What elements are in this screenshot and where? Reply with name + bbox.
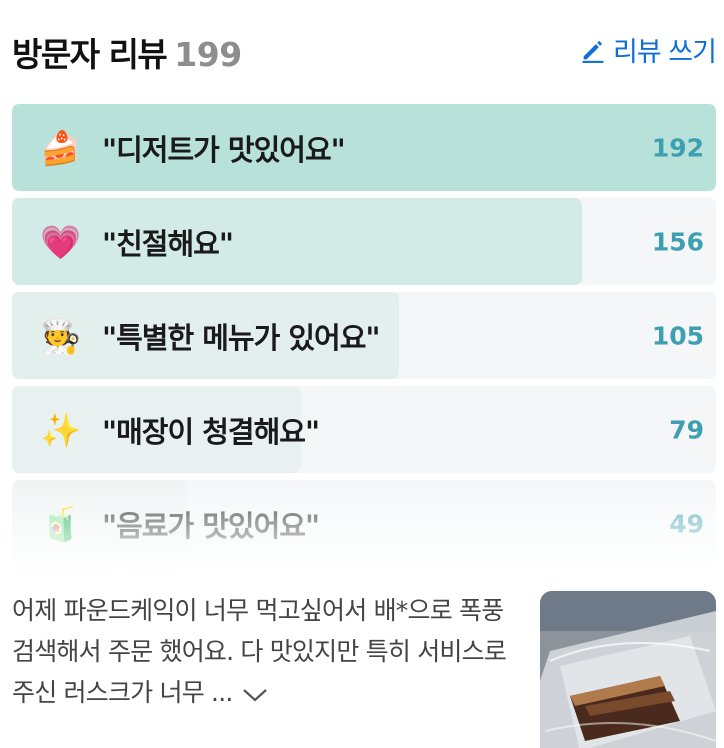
keyword-count: 79 <box>669 415 704 444</box>
keyword-label: "매장이 청결해요" <box>102 414 320 449</box>
keyword-bar[interactable]: 🧃 "음료가 맛있어요" 49 <box>12 480 716 567</box>
pencil-icon <box>582 40 604 63</box>
cake-icon: 🍰 <box>40 128 82 167</box>
title-text: 방문자 리뷰 <box>12 35 168 74</box>
keyword-count: 192 <box>651 133 704 162</box>
keyword-bar[interactable]: 🧑‍🍳 "특별한 메뉴가 있어요" 105 <box>12 292 716 379</box>
keyword-bar[interactable]: 🍰 "디저트가 맛있어요" 192 <box>12 104 716 191</box>
review-photo[interactable] <box>540 591 716 748</box>
keyword-label: "디저트가 맛있어요" <box>102 132 346 167</box>
drink-icon: 🧃 <box>40 504 82 543</box>
keyword-count: 49 <box>669 509 704 538</box>
keyword-bar[interactable]: ✨ "매장이 청결해요" 79 <box>12 386 716 473</box>
keyword-label: "음료가 맛있어요" <box>102 508 320 543</box>
keyword-label: "특별한 메뉴가 있어요" <box>102 320 381 355</box>
keyword-count: 105 <box>651 321 704 350</box>
keyword-stats: 🍰 "디저트가 맛있어요" 192 💗 "친절해요" 156 🧑‍🍳 "특별한 메뉴가 있어요… <box>12 104 716 574</box>
chef-icon: 🧑‍🍳 <box>40 316 82 355</box>
write-review-button[interactable]: 리뷰 쓰기 <box>579 30 717 69</box>
heart-icon: 💗 <box>40 222 82 261</box>
page-title: 방문자 리뷰 199 <box>12 28 242 76</box>
expand-chevron-icon[interactable] <box>242 674 268 715</box>
review-count: 199 <box>174 35 242 74</box>
review-header: 방문자 리뷰 199 리뷰 쓰기 <box>12 22 717 78</box>
keyword-bar[interactable]: 💗 "친절해요" 156 <box>12 198 716 285</box>
keyword-bar-fill <box>12 198 583 285</box>
sparkles-icon: ✨ <box>40 410 82 449</box>
write-review-label: 리뷰 쓰기 <box>613 37 717 68</box>
keyword-label: "친절해요" <box>102 226 234 261</box>
review-preview[interactable]: 어제 파운드케익이 너무 먹고싶어서 배*으로 폭풍검색해서 주문 했어요. 다… <box>12 590 512 715</box>
keyword-count: 156 <box>651 227 704 256</box>
